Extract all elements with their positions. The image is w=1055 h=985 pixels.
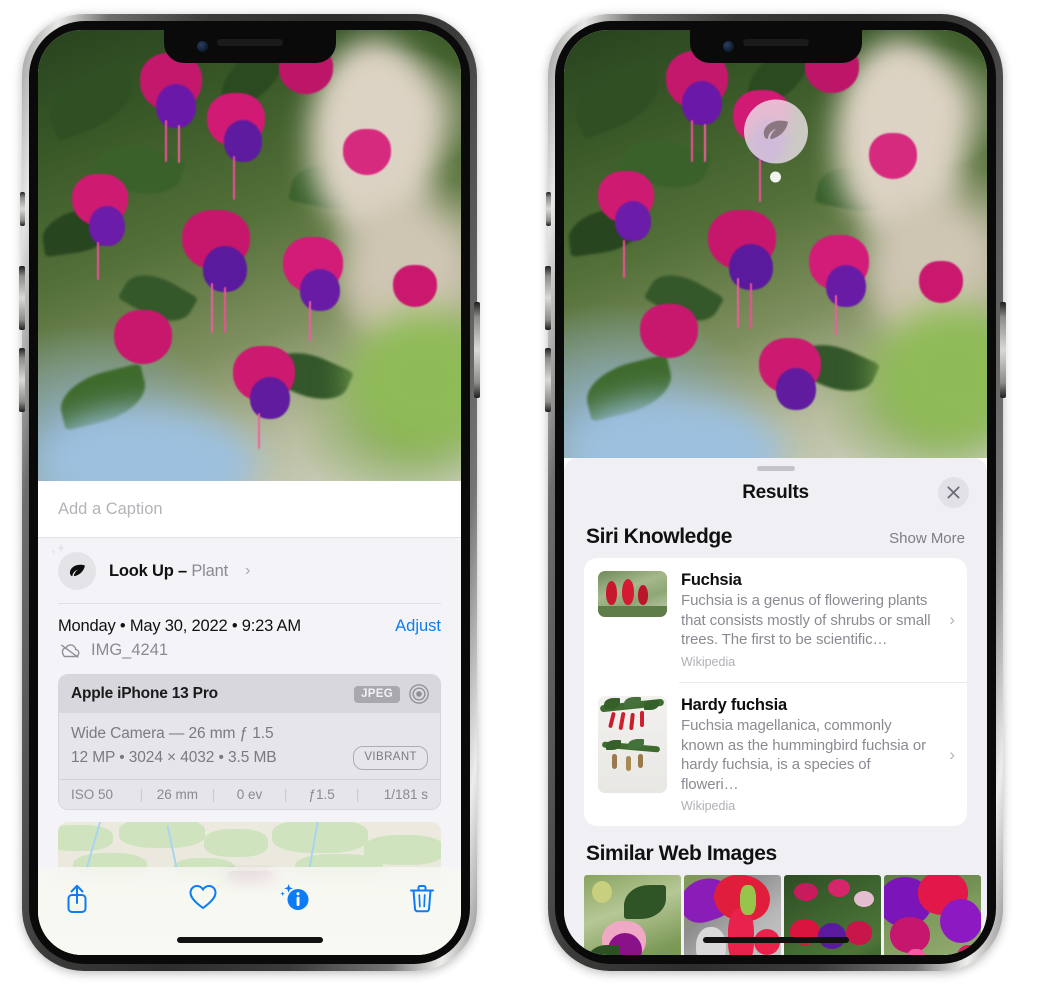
exif-ev: 0 ev	[236, 787, 263, 803]
iphone-device-left: Add a Caption Look Up – Plant › Monday •…	[19, 14, 480, 971]
caption-placeholder: Add a Caption	[58, 499, 163, 518]
results-sheet: Results Siri Knowledge Show More Fuchsia…	[564, 458, 987, 955]
volume-down-button[interactable]	[19, 348, 25, 412]
specs-line: 12 MP • 3024 × 4032 • 3.5 MB	[71, 749, 277, 767]
silence-switch[interactable]	[20, 192, 25, 226]
photo-date: Monday • May 30, 2022 • 9:23 AM	[58, 617, 301, 635]
knowledge-description: Fuchsia is a genus of flowering plants t…	[681, 592, 931, 649]
look-up-label: Look Up – Plant	[109, 562, 228, 581]
side-power-button[interactable]	[1000, 302, 1006, 398]
exif-shutter: 1/181 s	[383, 787, 429, 803]
volume-down-button[interactable]	[545, 348, 551, 412]
favorite-button[interactable]	[157, 883, 250, 911]
camera-lens-icon	[409, 684, 429, 704]
lens-line: Wide Camera — 26 mm ƒ 1.5	[71, 725, 274, 742]
fuchsia-thumbnail	[598, 571, 667, 617]
photo-info-sheet: Add a Caption Look Up – Plant › Monday •…	[38, 481, 461, 955]
iphone-device-right: Results Siri Knowledge Show More Fuchsia…	[545, 14, 1006, 971]
share-button[interactable]	[64, 883, 157, 915]
siri-knowledge-header: Siri Knowledge Show More	[564, 515, 987, 558]
format-badge: JPEG	[354, 685, 400, 703]
chevron-right-icon: ›	[244, 562, 251, 579]
front-camera	[196, 41, 208, 52]
device-name: Apple iPhone 13 Pro	[71, 685, 218, 702]
knowledge-source: Wikipedia	[681, 654, 736, 669]
knowledge-item-hardy-fuchsia[interactable]: Hardy fuchsia Fuchsia magellanica, commo…	[584, 683, 967, 827]
exif-focal: 26 mm	[156, 787, 199, 803]
look-up-dash: –	[177, 561, 187, 580]
knowledge-description: Fuchsia magellanica, commonly known as t…	[681, 716, 926, 793]
trash-icon	[410, 885, 434, 913]
home-indicator[interactable]	[702, 937, 849, 943]
similar-web-images-strip[interactable]	[564, 875, 987, 955]
exif-aperture: ƒ1.5	[308, 787, 335, 803]
delete-button[interactable]	[342, 883, 435, 913]
volume-up-button[interactable]	[545, 266, 551, 330]
knowledge-item-fuchsia[interactable]: Fuchsia Fuchsia is a genus of flowering …	[584, 558, 967, 682]
info-sparkle-icon	[280, 884, 309, 910]
side-power-button[interactable]	[474, 302, 480, 398]
earpiece-speaker	[216, 39, 283, 46]
show-more-button[interactable]: Show More	[889, 530, 965, 547]
file-row: IMG_4241	[38, 638, 461, 670]
knowledge-title: Hardy fuchsia	[681, 695, 787, 714]
cloud-slash-icon	[60, 644, 80, 658]
chevron-right-icon: ›	[949, 609, 955, 629]
display-notch	[163, 30, 336, 63]
caption-field[interactable]: Add a Caption	[38, 481, 461, 538]
exif-header: Apple iPhone 13 Pro JPEG	[59, 675, 440, 713]
section-title-similar-web-images: Similar Web Images	[586, 842, 777, 866]
results-header: Results	[564, 471, 987, 515]
leaf-icon-container	[51, 544, 96, 590]
silence-switch[interactable]	[546, 192, 551, 226]
exif-iso: ISO 50	[71, 787, 114, 803]
date-row: Monday • May 30, 2022 • 9:23 AM Adjust	[38, 604, 461, 638]
sparkles-icon	[51, 544, 66, 555]
web-image-4[interactable]	[884, 875, 981, 955]
siri-knowledge-card: Fuchsia Fuchsia is a genus of flowering …	[584, 558, 967, 827]
file-name: IMG_4241	[91, 641, 169, 659]
display-notch	[689, 30, 862, 63]
info-button[interactable]	[250, 883, 343, 913]
leaf-icon	[763, 120, 788, 140]
chevron-right-icon: ›	[949, 744, 955, 764]
web-image-2[interactable]	[684, 875, 781, 955]
adjust-button[interactable]: Adjust	[395, 617, 441, 636]
close-button[interactable]	[938, 477, 969, 508]
hardy-fuchsia-thumbnail	[598, 695, 667, 793]
screen-left: Add a Caption Look Up – Plant › Monday •…	[38, 30, 461, 955]
exif-card: Apple iPhone 13 Pro JPEG Wide Camera — 2…	[58, 674, 441, 811]
web-image-3[interactable]	[784, 875, 881, 955]
front-camera	[722, 41, 734, 52]
screen-right: Results Siri Knowledge Show More Fuchsia…	[564, 30, 987, 955]
section-title-siri-knowledge: Siri Knowledge	[586, 525, 733, 548]
photo-view[interactable]	[38, 30, 461, 481]
exif-body: Wide Camera — 26 mm ƒ 1.5 12 MP • 3024 ×…	[59, 713, 440, 780]
knowledge-source: Wikipedia	[681, 799, 736, 814]
look-up-kind: Plant	[191, 561, 228, 580]
heart-icon	[189, 884, 217, 910]
exif-settings-row: ISO 50 | 26 mm | 0 ev | ƒ1.5 | 1/181 s	[59, 779, 440, 810]
screenshot-root: Add a Caption Look Up – Plant › Monday •…	[0, 0, 1055, 985]
knowledge-body: Hardy fuchsia Fuchsia magellanica, commo…	[681, 696, 931, 814]
look-up-text: Look Up	[109, 561, 174, 580]
specs-line-row: 12 MP • 3024 × 4032 • 3.5 MB VIBRANT	[71, 746, 428, 770]
quality-badge: VIBRANT	[353, 746, 428, 770]
visual-lookup-badge[interactable]	[743, 99, 808, 183]
knowledge-title: Fuchsia	[681, 571, 742, 589]
knowledge-body: Fuchsia Fuchsia is a genus of flowering …	[681, 571, 931, 669]
look-up-row[interactable]: Look Up – Plant ›	[38, 538, 461, 603]
share-icon	[67, 884, 87, 913]
photo-view[interactable]	[564, 30, 987, 458]
close-icon	[947, 486, 960, 499]
web-image-1[interactable]	[584, 875, 681, 955]
earpiece-speaker	[742, 39, 809, 46]
volume-up-button[interactable]	[19, 266, 25, 330]
home-indicator[interactable]	[176, 937, 323, 943]
results-title: Results	[742, 482, 809, 503]
badge-anchor-dot	[770, 171, 781, 183]
